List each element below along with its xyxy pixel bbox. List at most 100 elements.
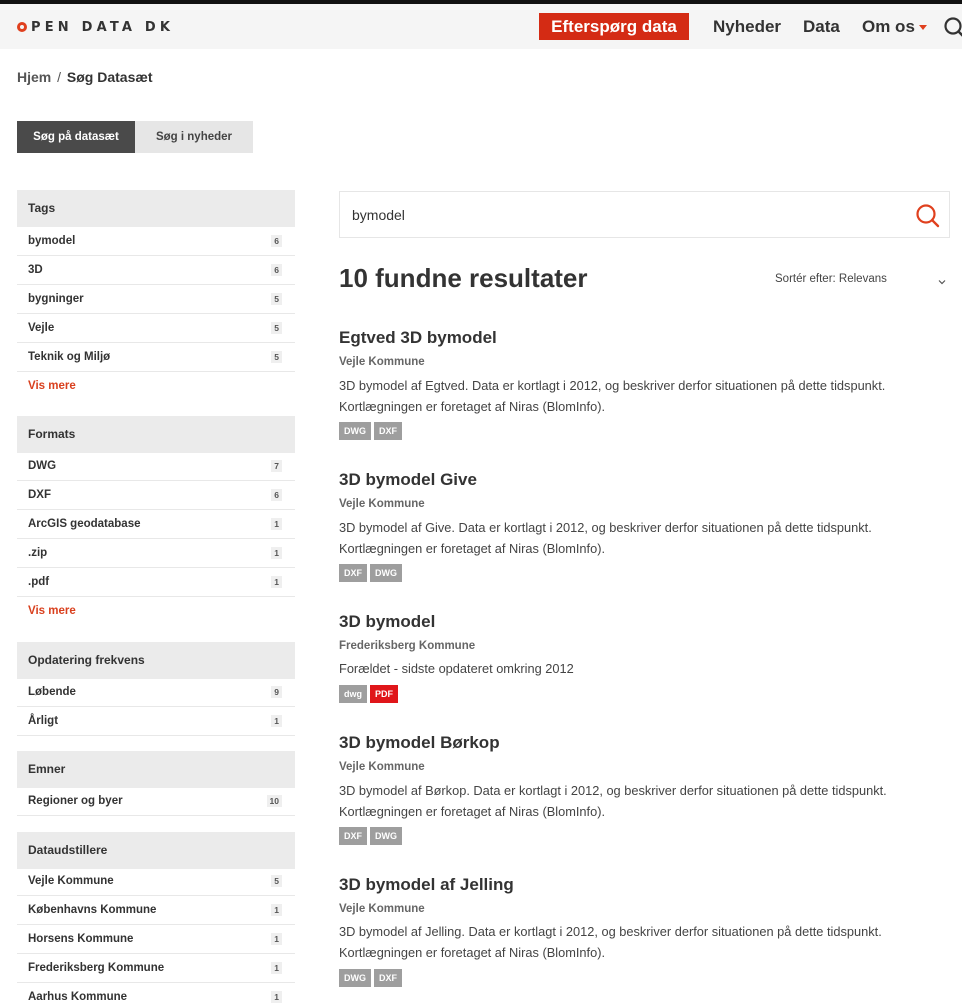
facet-tags-title: Tags bbox=[17, 190, 295, 227]
format-badge[interactable]: DWG bbox=[370, 564, 402, 582]
facet-item-label: Aarhus Kommune bbox=[28, 991, 128, 1003]
facet-item-label: .pdf bbox=[28, 576, 50, 588]
facet-item[interactable]: .pdf 1 bbox=[17, 568, 295, 597]
facet-item[interactable]: Løbende 9 bbox=[17, 678, 295, 707]
facet-item-count: 7 bbox=[271, 460, 282, 472]
chevron-down-icon bbox=[919, 25, 927, 30]
facet-item-count: 5 bbox=[271, 351, 282, 363]
facet-publishers-title: Dataudstillere bbox=[17, 832, 295, 869]
result-publisher: Vejle Kommune bbox=[339, 356, 425, 368]
facet-item-count: 6 bbox=[271, 235, 282, 247]
facet-item[interactable]: ArcGIS geodatabase 1 bbox=[17, 510, 295, 539]
facet-item[interactable]: Frederiksberg Kommune 1 bbox=[17, 954, 295, 983]
sort-select[interactable]: Sortér efter: Relevans bbox=[775, 271, 887, 287]
result-title-link[interactable]: Egtved 3D bymodel bbox=[339, 327, 497, 349]
search-icon[interactable] bbox=[913, 201, 943, 231]
format-badge[interactable]: dwg bbox=[339, 685, 367, 703]
search-icon[interactable] bbox=[943, 17, 962, 38]
tab-search-datasets[interactable]: Søg på datasæt bbox=[17, 121, 135, 153]
facet-item[interactable]: 3D 6 bbox=[17, 256, 295, 285]
facet-item-label: Løbende bbox=[28, 686, 76, 698]
facet-formats-title: Formats bbox=[17, 416, 295, 453]
nav-news-link[interactable]: Nyheder bbox=[713, 17, 781, 37]
format-badge[interactable]: DXF bbox=[374, 422, 402, 440]
result-format-badges: DXF DWG bbox=[339, 827, 402, 845]
format-badge[interactable]: DWG bbox=[339, 422, 371, 440]
chevron-down-icon[interactable] bbox=[937, 274, 947, 285]
result-title-link[interactable]: 3D bymodel Give bbox=[339, 469, 477, 491]
nav-data-link[interactable]: Data bbox=[803, 17, 840, 37]
facet-item[interactable]: Teknik og Miljø 5 bbox=[17, 343, 295, 372]
nav-about-link[interactable]: Om os bbox=[862, 17, 915, 37]
facet-item-count: 1 bbox=[271, 933, 282, 945]
format-badge[interactable]: DXF bbox=[339, 827, 367, 845]
format-badge[interactable]: DXF bbox=[339, 564, 367, 582]
logo[interactable]: PEN DATA DK bbox=[17, 19, 174, 35]
facet-subjects-title: Emner bbox=[17, 751, 295, 788]
facet-item-count: 1 bbox=[271, 518, 282, 530]
facet-item-label: Regioner og byer bbox=[28, 795, 123, 807]
facet-item-label: Horsens Kommune bbox=[28, 933, 134, 945]
breadcrumb-current: Søg Datasæt bbox=[66, 69, 153, 85]
facet-item[interactable]: Horsens Kommune 1 bbox=[17, 925, 295, 954]
dataset-search-input[interactable]: bymodel bbox=[339, 191, 950, 238]
facet-item-count: 6 bbox=[271, 264, 282, 276]
facet-item-count: 10 bbox=[266, 795, 282, 807]
facet-item[interactable]: Vejle Kommune 5 bbox=[17, 867, 295, 896]
facet-item[interactable]: DWG 7 bbox=[17, 452, 295, 481]
facet-frequency-title: Opdatering frekvens bbox=[17, 642, 295, 679]
facet-item-label: Vejle bbox=[28, 322, 55, 334]
formats-show-more-link[interactable]: Vis mere bbox=[28, 603, 76, 619]
format-badge[interactable]: DXF bbox=[374, 969, 402, 987]
facet-item[interactable]: Årligt 1 bbox=[17, 707, 295, 736]
result-title-link[interactable]: 3D bymodel af Jelling bbox=[339, 874, 514, 896]
facet-item[interactable]: Vejle 5 bbox=[17, 314, 295, 343]
facet-item-count: 5 bbox=[271, 293, 282, 305]
facet-item[interactable]: Aarhus Kommune 1 bbox=[17, 983, 295, 1005]
breadcrumb-separator: / bbox=[57, 69, 62, 85]
facet-item-count: 5 bbox=[271, 875, 282, 887]
facet-item-label: Årligt bbox=[28, 715, 59, 727]
request-data-button[interactable]: Efterspørg data bbox=[539, 13, 689, 40]
facet-item-label: Vejle Kommune bbox=[28, 875, 114, 887]
result-title-link[interactable]: 3D bymodel Børkop bbox=[339, 732, 500, 754]
facet-item-label: Frederiksberg Kommune bbox=[28, 962, 165, 974]
result-format-badges: DWG DXF bbox=[339, 422, 402, 440]
facet-item-count: 1 bbox=[271, 547, 282, 559]
facet-item-count: 6 bbox=[271, 489, 282, 501]
result-description: 3D bymodel af Jelling. Data er kortlagt … bbox=[339, 924, 882, 960]
breadcrumb: Hjem / Søg Datasæt bbox=[17, 68, 152, 86]
breadcrumb-home-link[interactable]: Hjem bbox=[17, 69, 51, 85]
facet-item-count: 1 bbox=[271, 991, 282, 1003]
result-description: 3D bymodel af Give. Data er kortlagt i 2… bbox=[339, 520, 872, 556]
facet-item[interactable]: .zip 1 bbox=[17, 539, 295, 568]
facet-item[interactable]: bymodel 6 bbox=[17, 227, 295, 256]
logo-text: PEN DATA DK bbox=[31, 19, 175, 35]
tab-search-news[interactable]: Søg i nyheder bbox=[135, 121, 253, 153]
facet-item-label: DXF bbox=[28, 489, 51, 501]
facet-item[interactable]: Regioner og byer 10 bbox=[17, 787, 295, 816]
result-title-link[interactable]: 3D bymodel bbox=[339, 611, 435, 633]
facet-item[interactable]: Københavns Kommune 1 bbox=[17, 896, 295, 925]
format-badge[interactable]: DWG bbox=[339, 969, 371, 987]
facet-item[interactable]: DXF 6 bbox=[17, 481, 295, 510]
facet-item-label: .zip bbox=[28, 547, 48, 559]
facet-item-count: 1 bbox=[271, 715, 282, 727]
tags-show-more-link[interactable]: Vis mere bbox=[28, 378, 76, 394]
result-description: 3D bymodel af Egtved. Data er kortlagt i… bbox=[339, 378, 886, 414]
format-badge-pdf[interactable]: PDF bbox=[370, 685, 398, 703]
facet-item-label: 3D bbox=[28, 264, 43, 276]
facet-item-count: 9 bbox=[271, 686, 282, 698]
format-badge[interactable]: DWG bbox=[370, 827, 402, 845]
facet-item-count: 1 bbox=[271, 962, 282, 974]
facet-item-label: bygninger bbox=[28, 293, 84, 305]
result-publisher: Vejle Kommune bbox=[339, 498, 425, 510]
facet-item-label: ArcGIS geodatabase bbox=[28, 518, 141, 530]
result-description: 3D bymodel af Børkop. Data er kortlagt i… bbox=[339, 783, 887, 819]
result-format-badges: DWG DXF bbox=[339, 969, 402, 987]
facet-item-label: DWG bbox=[28, 460, 57, 472]
facet-item[interactable]: bygninger 5 bbox=[17, 285, 295, 314]
result-publisher: Vejle Kommune bbox=[339, 903, 425, 915]
facet-item-label: bymodel bbox=[28, 235, 76, 247]
result-publisher: Frederiksberg Kommune bbox=[339, 640, 476, 652]
